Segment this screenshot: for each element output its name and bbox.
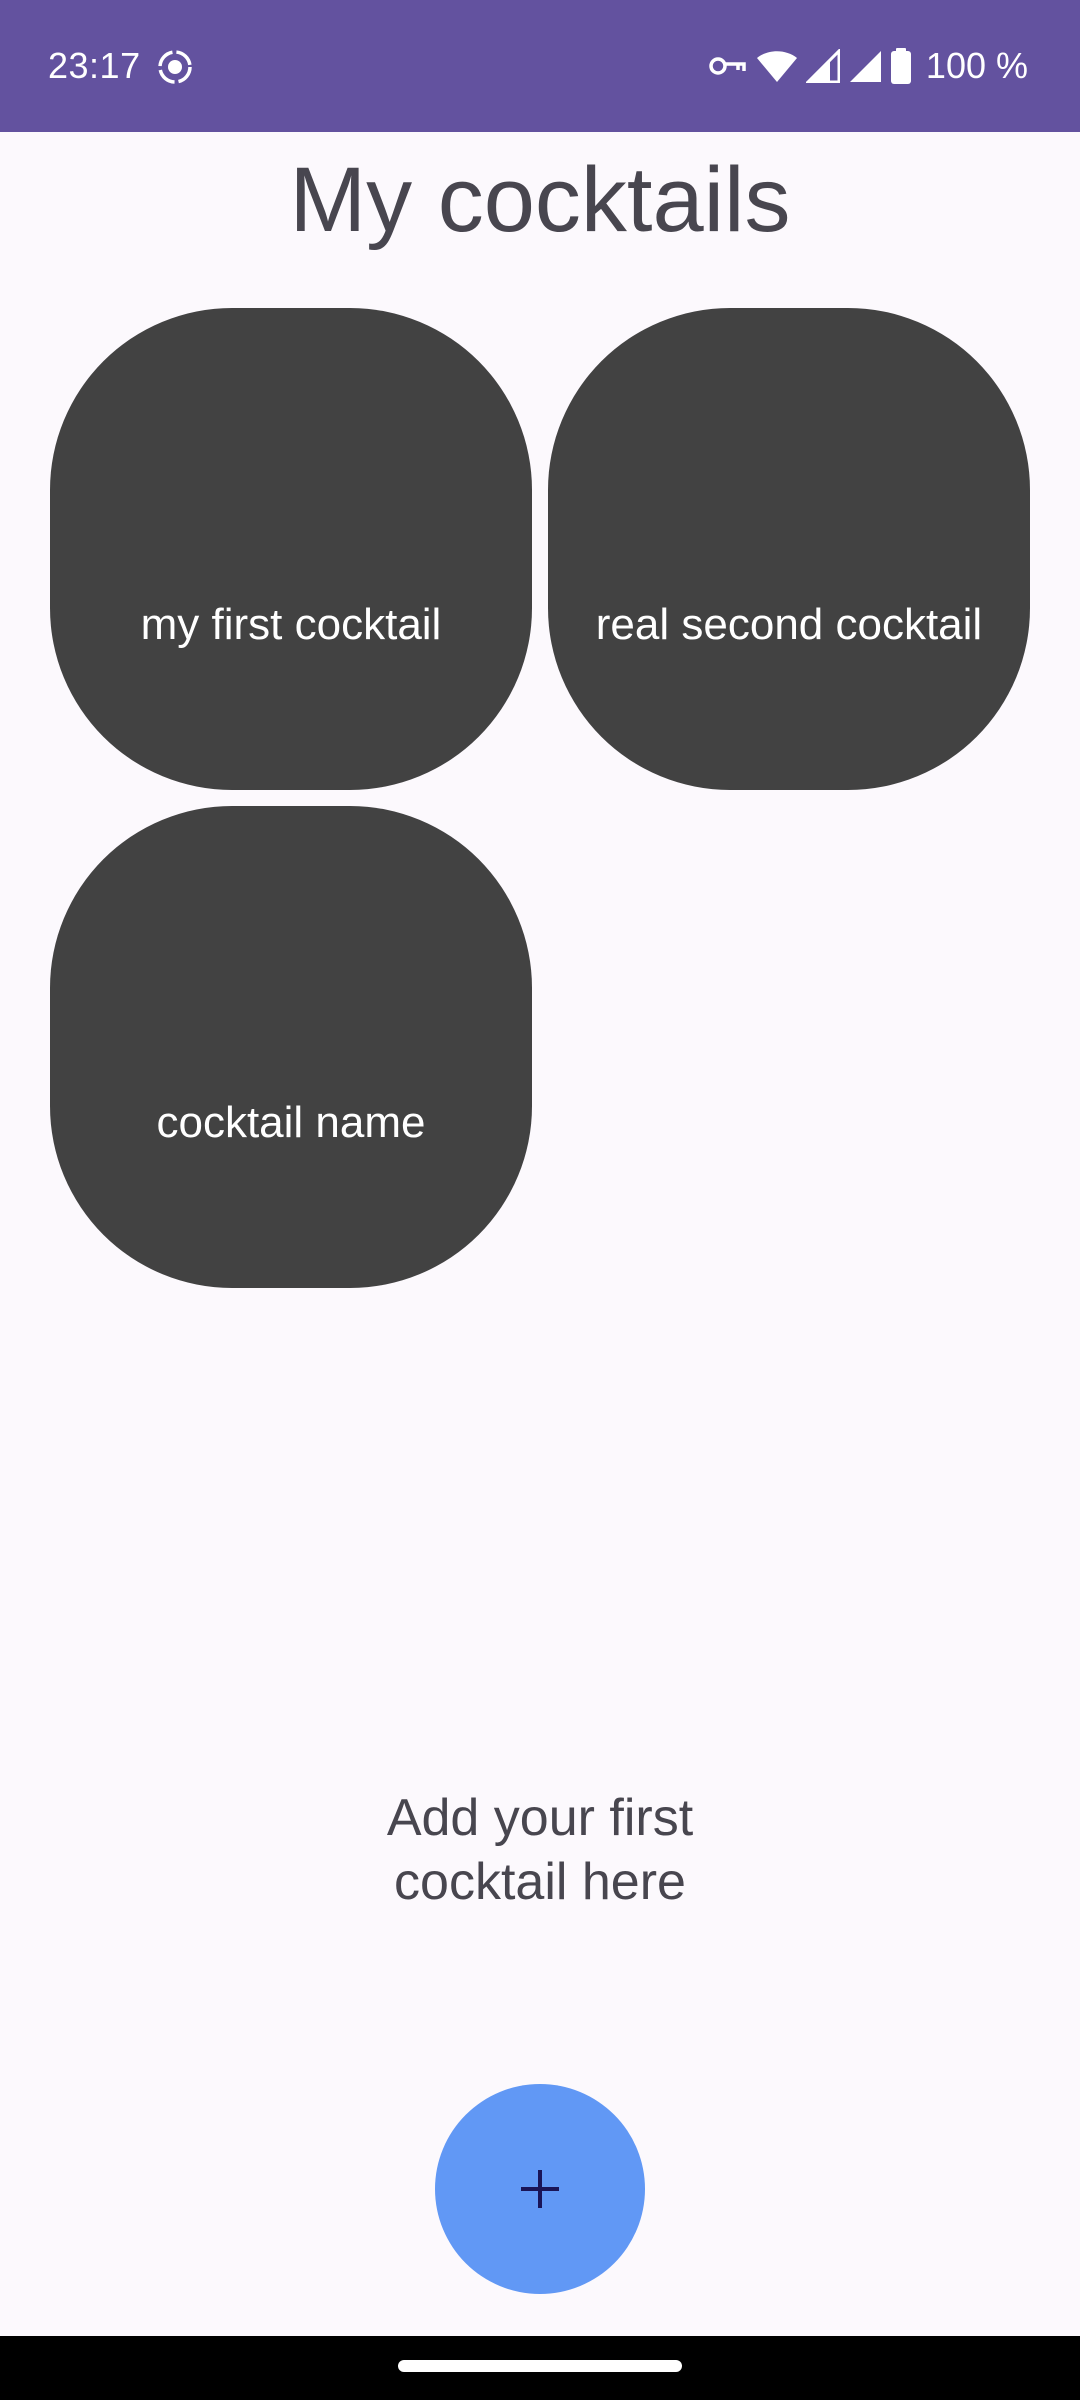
signal-icon-2 xyxy=(849,51,881,82)
empty-hint: Add your first cocktail here xyxy=(0,1786,1080,1914)
screen-record-icon xyxy=(158,50,192,84)
cocktail-card[interactable]: cocktail name xyxy=(50,806,532,1288)
page-title: My cocktails xyxy=(289,149,791,251)
plus-icon xyxy=(521,2170,559,2208)
empty-hint-line-2: cocktail here xyxy=(394,1853,686,1911)
vpn-key-icon xyxy=(709,57,746,75)
cocktail-card-label: my first cocktail xyxy=(140,600,442,649)
battery-percentage: 100 % xyxy=(925,45,1028,86)
add-cocktail-button[interactable] xyxy=(435,2084,645,2294)
cocktail-card[interactable]: real second cocktail xyxy=(548,308,1030,790)
battery-icon xyxy=(890,48,911,84)
home-gesture-handle[interactable] xyxy=(398,2360,682,2372)
wifi-icon xyxy=(756,51,797,82)
status-bar: 23:17 100 % xyxy=(0,0,1080,132)
status-icons: 100 % xyxy=(708,44,1028,88)
cocktail-card-label: real second cocktail xyxy=(595,600,983,649)
status-time: 23:17 xyxy=(48,45,141,86)
cocktail-card[interactable]: my first cocktail xyxy=(50,308,532,790)
cocktail-card-label: cocktail name xyxy=(156,1098,426,1147)
empty-hint-line-1: Add your first xyxy=(386,1789,694,1847)
signal-icon xyxy=(805,49,840,83)
